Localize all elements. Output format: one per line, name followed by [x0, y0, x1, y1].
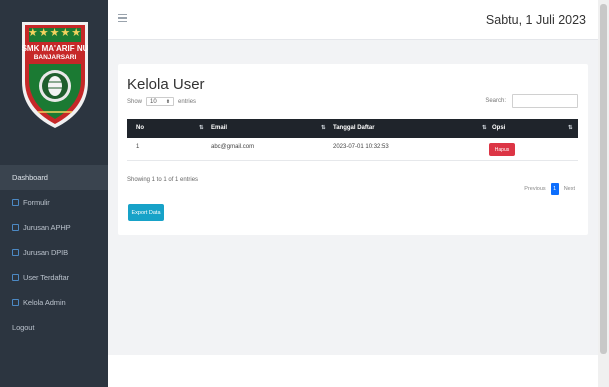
show-label: Show — [127, 98, 143, 105]
column-header-email[interactable]: Email — [211, 125, 227, 131]
logo-text-line1: SMK MA'ARIF NU — [21, 44, 89, 53]
table-row: 1 abc@gmail.com 2023-07-01 10:32:53 Hapu… — [127, 138, 578, 161]
sidebar-item-jurusan-dpib[interactable]: Jurusan DPIB — [0, 240, 108, 265]
current-date: Sabtu, 1 Juli 2023 — [485, 13, 586, 27]
sidebar-item-user-terdaftar[interactable]: User Terdaftar — [0, 265, 108, 290]
entries-label: entries — [178, 98, 197, 105]
column-header-tanggal-daftar[interactable]: Tanggal Daftar — [333, 125, 375, 131]
sidebar-item-label: Kelola Admin — [23, 298, 66, 307]
sidebar: ★★★★★ SMK MA'ARIF NU BANJARSARI Dashboar… — [0, 0, 108, 387]
sort-icon[interactable]: ⇅ — [568, 125, 573, 131]
pagination-next[interactable]: Next — [561, 183, 578, 195]
vertical-scrollbar[interactable] — [598, 0, 609, 387]
logo-stars: ★★★★★ — [27, 27, 83, 39]
sidebar-item-label: Formulir — [23, 198, 50, 207]
file-icon — [12, 199, 19, 206]
file-icon — [12, 299, 19, 306]
file-icon — [12, 224, 19, 231]
sort-icon[interactable]: ⇅ — [482, 125, 487, 131]
table-search: Search: — [485, 94, 578, 108]
sidebar-item-jurusan-aphp[interactable]: Jurusan APHP — [0, 215, 108, 240]
kelola-user-card: Kelola User Show 10 ⬍ entries Search: No… — [118, 64, 588, 235]
entries-select[interactable]: 10 ⬍ — [146, 97, 175, 106]
cell-tanggal-daftar: 2023-07-01 10:32:53 — [333, 144, 389, 150]
sidebar-item-dashboard[interactable]: Dashboard — [0, 165, 108, 190]
top-header: Sabtu, 1 Juli 2023 — [108, 0, 598, 40]
sidebar-item-label: Logout — [12, 323, 35, 332]
sidebar-item-label: Dashboard — [12, 173, 48, 182]
page-title: Kelola User — [127, 76, 205, 93]
pagination-page-1[interactable]: 1 — [550, 183, 559, 195]
pagination: Previous 1 Next — [521, 183, 578, 195]
sidebar-item-label: Jurusan DPIB — [23, 248, 69, 257]
sort-icon[interactable]: ⇅ — [321, 125, 326, 131]
sidebar-item-formulir[interactable]: Formulir — [0, 190, 108, 215]
hamburger-menu-icon[interactable] — [118, 14, 127, 23]
entries-length-control: Show 10 ⬍ entries — [127, 97, 196, 106]
sort-icon[interactable]: ⇅ — [199, 125, 204, 131]
logo-text-line2: BANJARSARI — [33, 54, 77, 61]
cell-no: 1 — [136, 144, 140, 150]
sidebar-menu: Dashboard Formulir Jurusan APHP Jurusan … — [0, 165, 108, 340]
scrollbar-thumb[interactable] — [600, 4, 607, 354]
table-info: Showing 1 to 1 of 1 entries — [127, 177, 199, 183]
entries-select-value: 10 — [150, 98, 157, 105]
file-icon — [12, 274, 19, 281]
table-header: No ⇅ Email ⇅ Tanggal Daftar ⇅ Opsi ⇅ — [127, 119, 578, 138]
search-input[interactable] — [512, 94, 578, 108]
sort-updown-icon: ⬍ — [165, 98, 171, 105]
sidebar-item-kelola-admin[interactable]: Kelola Admin — [0, 290, 108, 315]
school-logo: ★★★★★ SMK MA'ARIF NU BANJARSARI — [18, 12, 92, 130]
column-header-opsi[interactable]: Opsi — [492, 125, 505, 131]
search-label: Search: — [485, 98, 506, 104]
cell-email: abc@gmail.com — [211, 144, 255, 150]
export-data-button[interactable]: Export Data — [128, 204, 164, 221]
pagination-previous[interactable]: Previous — [521, 183, 548, 195]
page-footer — [108, 355, 598, 387]
sidebar-item-label: Jurusan APHP — [23, 223, 71, 232]
delete-button[interactable]: Hapus — [489, 143, 515, 156]
sidebar-item-logout[interactable]: Logout — [0, 315, 108, 340]
sidebar-item-label: User Terdaftar — [23, 273, 69, 282]
column-header-no[interactable]: No — [136, 125, 144, 131]
file-icon — [12, 249, 19, 256]
